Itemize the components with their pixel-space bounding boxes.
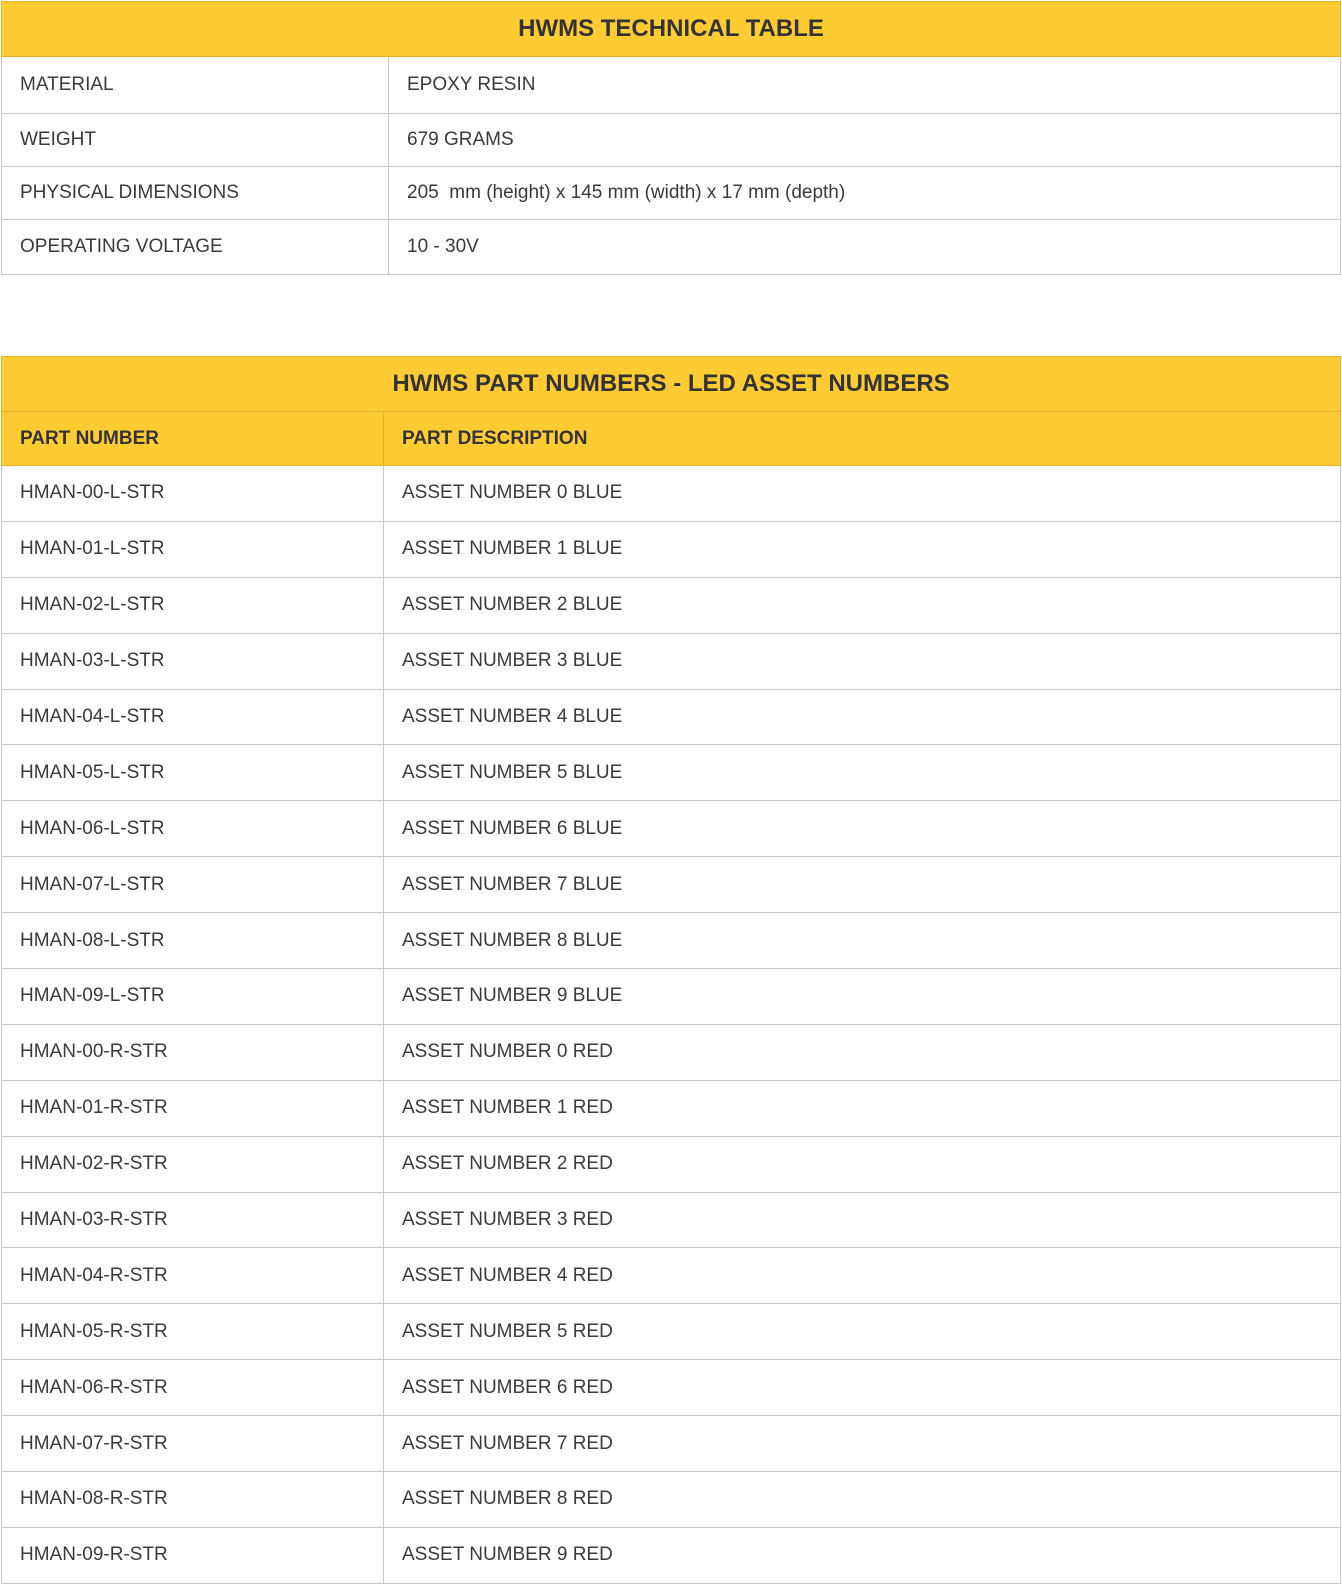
part-number: HMAN-08-L-STR	[1, 912, 384, 970]
technical-table-title: HWMS TECHNICAL TABLE	[1, 1, 1341, 57]
technical-table: HWMS TECHNICAL TABLE MATERIAL EPOXY RESI…	[1, 1, 1341, 275]
table-row: HMAN-03-R-STR ASSET NUMBER 3 RED	[1, 1191, 1341, 1249]
part-description: ASSET NUMBER 3 BLUE	[383, 632, 1341, 690]
part-numbers-title-row: HWMS PART NUMBERS - LED ASSET NUMBERS	[1, 356, 1341, 412]
part-number: HMAN-05-L-STR	[1, 744, 384, 802]
spec-label: PHYSICAL DIMENSIONS	[1, 166, 389, 220]
table-row: HMAN-00-R-STR ASSET NUMBER 0 RED	[1, 1023, 1341, 1081]
part-description: ASSET NUMBER 5 BLUE	[383, 744, 1341, 802]
table-row: HMAN-09-L-STR ASSET NUMBER 9 BLUE	[1, 968, 1341, 1025]
column-header-part-number: PART NUMBER	[1, 411, 384, 466]
table-row: HMAN-02-R-STR ASSET NUMBER 2 RED	[1, 1135, 1341, 1193]
part-description: ASSET NUMBER 9 BLUE	[383, 968, 1341, 1025]
part-number: HMAN-08-R-STR	[1, 1471, 384, 1528]
table-row: HMAN-09-R-STR ASSET NUMBER 9 RED	[1, 1526, 1341, 1584]
part-number: HMAN-07-L-STR	[1, 856, 384, 914]
spec-value: 10 - 30V	[388, 219, 1341, 275]
technical-table-title-row: HWMS TECHNICAL TABLE	[1, 1, 1341, 57]
spec-value: 205 mm (height) x 145 mm (width) x 17 mm…	[388, 166, 1341, 220]
part-numbers-header-row: PART NUMBER PART DESCRIPTION	[1, 411, 1341, 466]
table-row: HMAN-06-R-STR ASSET NUMBER 6 RED	[1, 1359, 1341, 1417]
table-row: HMAN-08-R-STR ASSET NUMBER 8 RED	[1, 1471, 1341, 1528]
part-number: HMAN-01-R-STR	[1, 1079, 384, 1137]
part-number: HMAN-02-L-STR	[1, 576, 384, 634]
table-row: HMAN-01-L-STR ASSET NUMBER 1 BLUE	[1, 520, 1341, 578]
part-description: ASSET NUMBER 6 RED	[383, 1359, 1341, 1417]
part-number: HMAN-09-L-STR	[1, 968, 384, 1025]
table-row: HMAN-04-L-STR ASSET NUMBER 4 BLUE	[1, 688, 1341, 746]
part-number: HMAN-04-R-STR	[1, 1247, 384, 1305]
part-number: HMAN-09-R-STR	[1, 1526, 384, 1584]
part-description: ASSET NUMBER 4 BLUE	[383, 688, 1341, 746]
part-number: HMAN-03-R-STR	[1, 1191, 384, 1249]
part-number: HMAN-00-L-STR	[1, 465, 384, 522]
table-row: HMAN-07-L-STR ASSET NUMBER 7 BLUE	[1, 856, 1341, 914]
table-row: HMAN-01-R-STR ASSET NUMBER 1 RED	[1, 1079, 1341, 1137]
table-row: HMAN-03-L-STR ASSET NUMBER 3 BLUE	[1, 632, 1341, 690]
spec-label: MATERIAL	[1, 56, 389, 114]
table-row: HMAN-07-R-STR ASSET NUMBER 7 RED	[1, 1415, 1341, 1473]
part-description: ASSET NUMBER 4 RED	[383, 1247, 1341, 1305]
table-row: HMAN-00-L-STR ASSET NUMBER 0 BLUE	[1, 465, 1341, 522]
part-number: HMAN-03-L-STR	[1, 632, 384, 690]
part-description: ASSET NUMBER 1 BLUE	[383, 520, 1341, 578]
table-row: PHYSICAL DIMENSIONS 205 mm (height) x 14…	[1, 166, 1341, 220]
part-number: HMAN-01-L-STR	[1, 520, 384, 578]
table-row: HMAN-05-R-STR ASSET NUMBER 5 RED	[1, 1303, 1341, 1361]
part-description: ASSET NUMBER 1 RED	[383, 1079, 1341, 1137]
part-number: HMAN-00-R-STR	[1, 1023, 384, 1081]
part-description: ASSET NUMBER 6 BLUE	[383, 800, 1341, 858]
table-row: HMAN-04-R-STR ASSET NUMBER 4 RED	[1, 1247, 1341, 1305]
part-description: ASSET NUMBER 2 BLUE	[383, 576, 1341, 634]
part-description: ASSET NUMBER 0 BLUE	[383, 465, 1341, 522]
spec-label: OPERATING VOLTAGE	[1, 219, 389, 275]
table-row: HMAN-02-L-STR ASSET NUMBER 2 BLUE	[1, 576, 1341, 634]
part-number: HMAN-07-R-STR	[1, 1415, 384, 1473]
table-row: MATERIAL EPOXY RESIN	[1, 56, 1341, 114]
part-numbers-title: HWMS PART NUMBERS - LED ASSET NUMBERS	[1, 356, 1341, 412]
part-number: HMAN-06-L-STR	[1, 800, 384, 858]
table-row: WEIGHT 679 GRAMS	[1, 113, 1341, 167]
table-row: HMAN-06-L-STR ASSET NUMBER 6 BLUE	[1, 800, 1341, 858]
spec-value: EPOXY RESIN	[388, 56, 1341, 114]
spec-value: 679 GRAMS	[388, 113, 1341, 167]
column-header-part-description: PART DESCRIPTION	[383, 411, 1341, 466]
part-description: ASSET NUMBER 7 RED	[383, 1415, 1341, 1473]
part-description: ASSET NUMBER 3 RED	[383, 1191, 1341, 1249]
part-description: ASSET NUMBER 0 RED	[383, 1023, 1341, 1081]
table-row: HMAN-08-L-STR ASSET NUMBER 8 BLUE	[1, 912, 1341, 970]
table-row: OPERATING VOLTAGE 10 - 30V	[1, 219, 1341, 275]
part-number: HMAN-02-R-STR	[1, 1135, 384, 1193]
part-numbers-table: HWMS PART NUMBERS - LED ASSET NUMBERS PA…	[1, 356, 1341, 1584]
spec-label: WEIGHT	[1, 113, 389, 167]
part-description: ASSET NUMBER 9 RED	[383, 1526, 1341, 1584]
part-description: ASSET NUMBER 8 RED	[383, 1471, 1341, 1528]
part-description: ASSET NUMBER 2 RED	[383, 1135, 1341, 1193]
part-number: HMAN-04-L-STR	[1, 688, 384, 746]
table-row: HMAN-05-L-STR ASSET NUMBER 5 BLUE	[1, 744, 1341, 802]
part-description: ASSET NUMBER 7 BLUE	[383, 856, 1341, 914]
part-description: ASSET NUMBER 8 BLUE	[383, 912, 1341, 970]
part-description: ASSET NUMBER 5 RED	[383, 1303, 1341, 1361]
part-number: HMAN-05-R-STR	[1, 1303, 384, 1361]
part-number: HMAN-06-R-STR	[1, 1359, 384, 1417]
